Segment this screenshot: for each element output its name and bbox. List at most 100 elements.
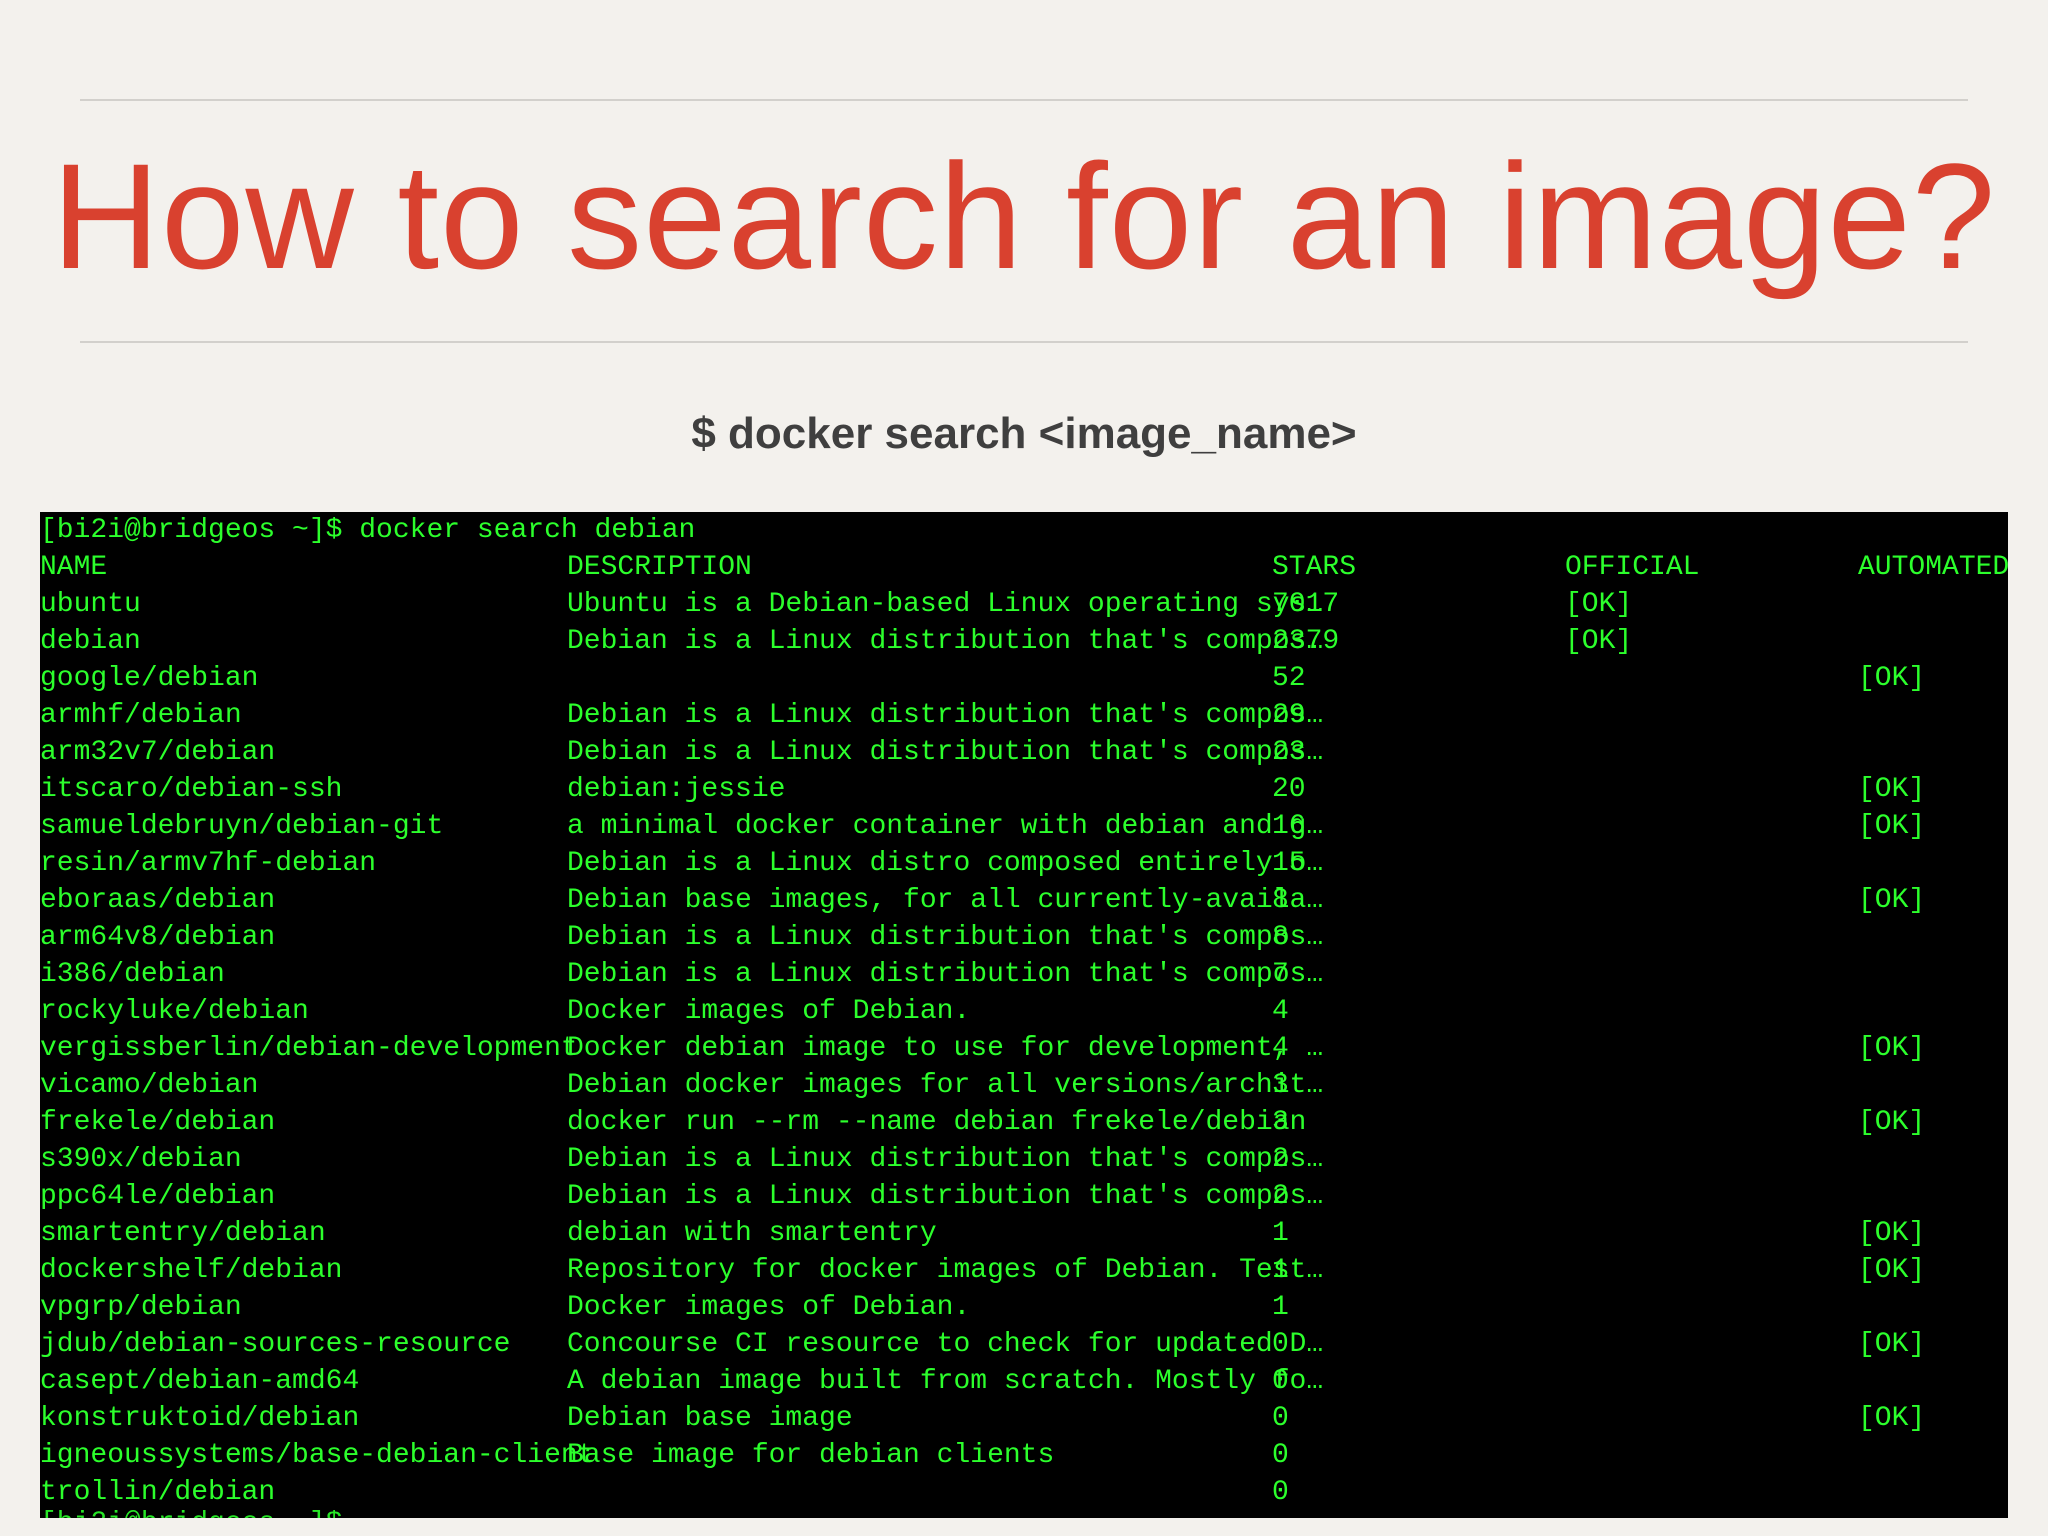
row-name: smartentry/debian [40,1218,326,1249]
row-description: Docker images of Debian. [567,996,971,1027]
table-row: dockershelf/debian Repository for docker … [40,1252,2008,1289]
row-name: dockershelf/debian [40,1255,343,1286]
table-row: resin/armv7hf-debian Debian is a Linux di… [40,845,2008,882]
table-row: arm32v7/debian Debian is a Linux distribu… [40,734,2008,771]
row-automated: [OK] [1858,1403,1926,1434]
row-stars: 0 [1272,1329,1289,1360]
row-name: arm64v8/debian [40,922,276,953]
table-row: vergissberlin/debian-development Docker d… [40,1030,2008,1067]
row-automated: [OK] [1858,885,1926,916]
row-stars: 0 [1272,1477,1289,1508]
row-name: igneoussystems/base-debian-client [40,1440,595,1471]
header-stars: STARS [1272,552,1357,583]
row-name: vergissberlin/debian-development [40,1033,578,1064]
row-stars: 16 [1272,811,1306,842]
row-stars: 8 [1272,885,1289,916]
row-stars: 8 [1272,922,1289,953]
row-description: Debian is a Linux distribution that's co… [567,922,1324,953]
row-stars: 23 [1272,737,1306,768]
row-description: Docker images of Debian. [567,1292,971,1323]
row-stars: 29 [1272,700,1306,731]
row-name: i386/debian [40,959,225,990]
row-name: frekele/debian [40,1107,276,1138]
table-row: ubuntu Ubuntu is a Debian-based Linux ope… [40,586,2008,623]
row-automated: [OK] [1858,811,1926,842]
row-stars: 0 [1272,1366,1289,1397]
row-name: rockyluke/debian [40,996,309,1027]
row-description: Debian docker images for all versions/ar… [567,1070,1324,1101]
row-description: Debian is a Linux distribution that's co… [567,1181,1324,1212]
row-automated: [OK] [1858,663,1926,694]
row-automated: [OK] [1858,1033,1926,1064]
row-description: docker run --rm --name debian frekele/de… [567,1107,1307,1138]
row-automated: [OK] [1858,1107,1926,1138]
row-stars: 20 [1272,774,1306,805]
terminal-trailing-prompt: [bi2i@bridgeos ~]$ [40,1505,342,1518]
table-row: vicamo/debian Debian docker images for al… [40,1067,2008,1104]
row-stars: 4 [1272,1033,1289,1064]
table-row: i386/debian Debian is a Linux distributio… [40,956,2008,993]
table-row: s390x/debian Debian is a Linux distributi… [40,1141,2008,1178]
row-stars: 7 [1272,959,1289,990]
row-name: itscaro/debian-ssh [40,774,343,805]
table-row: frekele/debian docker run --rm --name deb… [40,1104,2008,1141]
table-row: debian Debian is a Linux distribution tha… [40,623,2008,660]
row-description: Repository for docker images of Debian. … [567,1255,1324,1286]
table-row: eboraas/debian Debian base images, for al… [40,882,2008,919]
row-name: resin/armv7hf-debian [40,848,377,879]
row-description: a minimal docker container with debian a… [567,811,1324,842]
row-name: armhf/debian [40,700,242,731]
terminal-prompt-line: [bi2i@bridgeos ~]$ docker search debian [40,515,696,546]
row-description: Docker debian image to use for developme… [567,1033,1324,1064]
row-stars: 3 [1272,1070,1289,1101]
row-description: Debian is a Linux distribution that's co… [567,700,1324,731]
table-header-row: NAME DESCRIPTION STARS OFFICIAL AUTOMATE… [40,549,2008,586]
table-row: smartentry/debian debian with smartentry 1… [40,1215,2008,1252]
row-automated: [OK] [1858,774,1926,805]
row-name: casept/debian-amd64 [40,1366,360,1397]
row-stars: 2 [1272,1181,1289,1212]
command-caption: $ docker search <image_name> [691,409,1357,458]
slide-title: How to search for an image? [51,132,1997,300]
terminal-window: [bi2i@bridgeos ~]$ docker search debian … [40,512,2008,1518]
row-name: eboraas/debian [40,885,276,916]
header-automated: AUTOMATED [1858,552,2008,583]
header-name: NAME [40,552,108,583]
row-stars: 1 [1272,1292,1289,1323]
row-stars: 52 [1272,663,1306,694]
row-description: Debian is a Linux distribution that's co… [567,737,1324,768]
row-name: ubuntu [40,589,141,620]
row-description: Debian is a Linux distribution that's co… [567,1144,1324,1175]
row-description: Debian is a Linux distribution that's co… [567,626,1324,657]
row-stars: 3 [1272,1107,1289,1138]
row-name: jdub/debian-sources-resource [40,1329,511,1360]
row-name: ppc64le/debian [40,1181,276,1212]
row-description: debian with smartentry [567,1218,937,1249]
table-row: armhf/debian Debian is a Linux distributi… [40,697,2008,734]
header-description: DESCRIPTION [567,552,752,583]
row-description: Debian base images, for all currently-av… [567,885,1324,916]
row-stars: 15 [1272,848,1306,879]
table-row: jdub/debian-sources-resource Concourse CI… [40,1326,2008,1363]
row-automated: [OK] [1858,1218,1926,1249]
top-divider [80,99,1968,101]
row-name: arm32v7/debian [40,737,276,768]
row-stars: 4 [1272,996,1289,1027]
table-row: itscaro/debian-ssh debian:jessie 20 [OK] [40,771,2008,808]
row-description: Base image for debian clients [567,1440,1055,1471]
row-stars: 0 [1272,1440,1289,1471]
row-stars: 1 [1272,1255,1289,1286]
table-row: samueldebruyn/debian-git a minimal docker… [40,808,2008,845]
row-automated: [OK] [1858,1255,1926,1286]
row-description: Ubuntu is a Debian-based Linux operating… [567,589,1324,620]
row-description: A debian image built from scratch. Mostl… [567,1366,1324,1397]
table-row: vpgrp/debian Docker images of Debian. 1 [40,1289,2008,1326]
table-row: ppc64le/debian Debian is a Linux distribu… [40,1178,2008,1215]
row-name: google/debian [40,663,259,694]
row-description: Concourse CI resource to check for updat… [567,1329,1324,1360]
row-stars: 7017 [1272,589,1340,620]
row-name: vpgrp/debian [40,1292,242,1323]
row-name: samueldebruyn/debian-git [40,811,444,842]
row-name: s390x/debian [40,1144,242,1175]
row-official: [OK] [1565,589,1633,620]
